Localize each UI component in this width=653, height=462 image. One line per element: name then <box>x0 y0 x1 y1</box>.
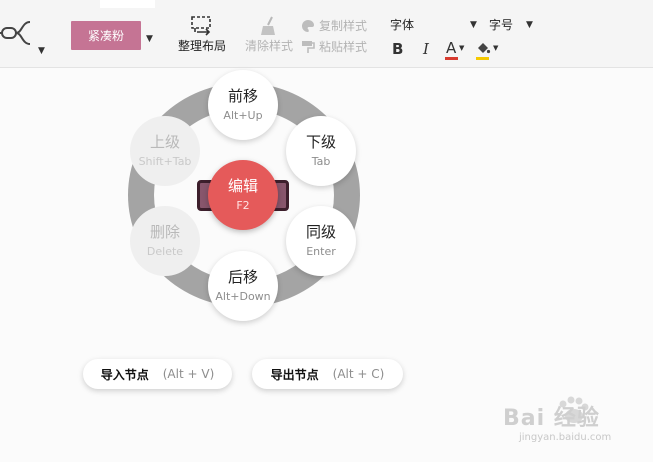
export-node-label: 导出节点 <box>270 367 319 382</box>
edit-shortcut: F2 <box>236 199 250 212</box>
paste-style-button[interactable]: 粘贴样式 <box>301 38 367 55</box>
arrange-layout-button[interactable]: 整理布局 <box>178 15 226 54</box>
export-node-shortcut: (Alt + C) <box>332 367 385 381</box>
parent-button[interactable]: 上级 Shift+Tab <box>130 116 200 186</box>
parent-shortcut: Shift+Tab <box>138 155 192 168</box>
watermark-url: jingyan.baidu.com <box>519 432 612 443</box>
theme-button[interactable]: 紧凑粉 <box>71 21 141 50</box>
bg-color-dropdown-icon[interactable]: ▼ <box>493 44 498 52</box>
import-node-label: 导入节点 <box>100 367 149 382</box>
clear-style-button[interactable]: 清除样式 <box>245 15 293 54</box>
delete-shortcut: Delete <box>146 245 184 258</box>
paint-bucket-icon[interactable] <box>475 40 491 56</box>
move-down-button[interactable]: 后移 Alt+Down <box>208 251 278 321</box>
edit-button[interactable]: 编辑 F2 <box>208 160 278 230</box>
broom-icon <box>261 16 275 35</box>
add-sibling-label: 同级 <box>305 223 336 241</box>
arrange-layout-icon <box>191 16 211 36</box>
import-node-shortcut: (Alt + V) <box>162 367 215 381</box>
font-color-bar <box>445 57 458 60</box>
move-down-label: 后移 <box>227 268 258 286</box>
font-size-dropdown-icon[interactable]: ▼ <box>526 20 533 30</box>
top-tab[interactable] <box>100 0 155 8</box>
font-size-select[interactable]: 字号 <box>489 16 513 33</box>
paste-style-label: 粘贴样式 <box>319 40 368 54</box>
parent-label: 上级 <box>149 133 180 151</box>
add-child-label: 下级 <box>305 133 336 151</box>
add-sibling-shortcut: Enter <box>306 245 336 258</box>
export-node-button[interactable]: 导出节点 (Alt + C) <box>252 359 403 389</box>
watermark-text: Bai 经验 <box>503 406 600 431</box>
italic-button[interactable]: I <box>423 40 429 58</box>
delete-button[interactable]: 删除 Delete <box>130 206 200 276</box>
move-down-shortcut: Alt+Down <box>215 290 271 303</box>
import-node-button[interactable]: 导入节点 (Alt + V) <box>83 359 232 389</box>
theme-dropdown-icon[interactable]: ▼ <box>146 34 153 44</box>
add-child-button[interactable]: 下级 Tab <box>286 116 356 186</box>
move-up-shortcut: Alt+Up <box>223 109 263 122</box>
palette-icon <box>302 19 314 32</box>
font-color-button[interactable]: A <box>446 39 456 57</box>
paint-roller-icon <box>302 40 315 53</box>
copy-style-button[interactable]: 复制样式 <box>301 17 367 34</box>
structure-dropdown-icon[interactable]: ▼ <box>38 46 45 56</box>
arrange-layout-label: 整理布局 <box>178 39 227 53</box>
edit-label: 编辑 <box>227 177 258 195</box>
move-up-button[interactable]: 前移 Alt+Up <box>208 70 278 140</box>
copy-style-label: 复制样式 <box>319 19 368 33</box>
font-color-dropdown-icon[interactable]: ▼ <box>459 44 464 52</box>
bg-color-bar <box>476 57 489 60</box>
move-up-label: 前移 <box>227 87 258 105</box>
theme-label: 紧凑粉 <box>87 29 124 43</box>
structure-icon[interactable] <box>0 14 36 52</box>
add-child-shortcut: Tab <box>311 155 331 168</box>
delete-label: 删除 <box>149 223 180 241</box>
font-family-select[interactable]: 字体 <box>390 16 414 33</box>
font-family-dropdown-icon[interactable]: ▼ <box>470 20 477 30</box>
toolbar: ▼ 紧凑粉 ▼ 整理布局 清除样式 复制样式 粘贴样式 字体 ▼ 字号 ▼ B … <box>0 0 653 68</box>
add-sibling-button[interactable]: 同级 Enter <box>286 206 356 276</box>
bold-button[interactable]: B <box>392 40 403 58</box>
clear-style-label: 清除样式 <box>245 39 294 53</box>
